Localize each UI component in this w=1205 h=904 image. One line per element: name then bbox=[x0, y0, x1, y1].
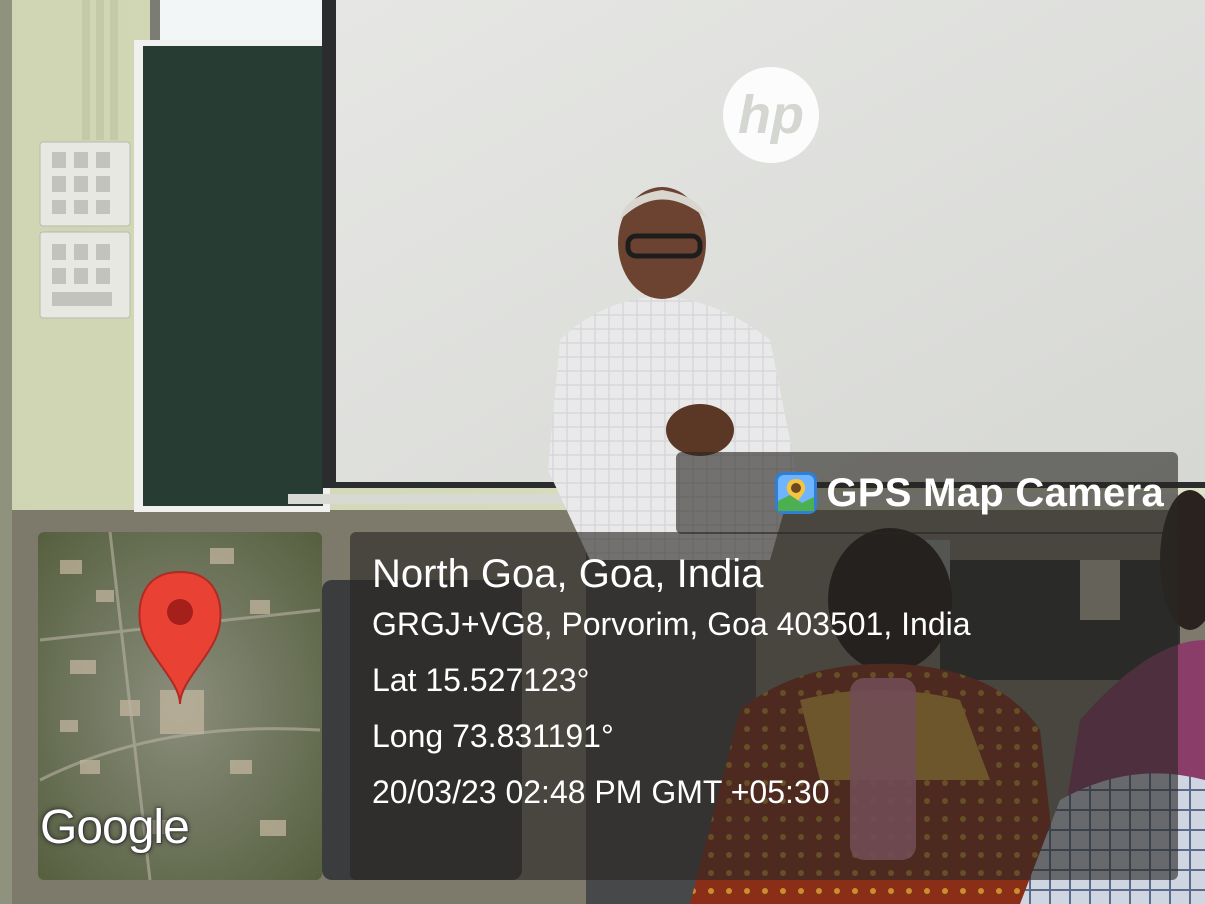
app-badge: GPS Map Camera bbox=[676, 452, 1178, 534]
app-name-label: GPS Map Camera bbox=[826, 470, 1164, 515]
address-text: GRGJ+VG8, Porvorim, Goa 403501, India bbox=[372, 606, 971, 642]
hp-logo: hp bbox=[738, 85, 804, 145]
latitude-text: Lat 15.527123° bbox=[372, 662, 590, 698]
camera-pin-icon bbox=[775, 472, 818, 514]
google-logo: Google bbox=[40, 801, 190, 854]
place-title: North Goa, Goa, India bbox=[372, 552, 764, 596]
location-info-panel: North Goa, Goa, India GRGJ+VG8, Porvorim… bbox=[350, 532, 1178, 880]
longitude-text: Long 73.831191° bbox=[372, 718, 614, 754]
timestamp-text: 20/03/23 02:48 PM GMT +05:30 bbox=[372, 774, 830, 810]
